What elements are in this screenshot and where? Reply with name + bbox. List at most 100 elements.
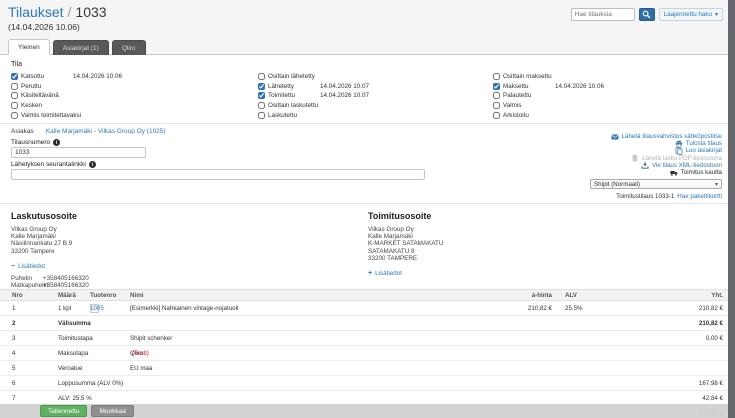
cell-unit-price: 210,82 € [528, 301, 552, 316]
billing-details-toggle[interactable]: − Lisätiedot [11, 263, 89, 270]
order-number-input[interactable] [11, 147, 146, 158]
cell-total: 210,82 € [699, 301, 723, 316]
status-item-valmis-toimitettavaksi[interactable]: Valmis toimitettavaksi [11, 110, 251, 120]
checkbox[interactable] [493, 83, 500, 90]
search-input[interactable] [571, 8, 635, 21]
table-row-subtotal: 2 Välisumma 210,82 € [0, 316, 728, 331]
tab-strip: Yleinen Asiakirjat (1) Qliro [0, 39, 728, 55]
export-icon [641, 161, 649, 169]
checkbox-label: Maksettu [503, 83, 529, 90]
checkbox[interactable] [258, 73, 265, 80]
shipping-details-toggle[interactable]: + Lisätiedot [368, 270, 443, 277]
tracking-link-label: Lähetyksen seurantalinkki [11, 161, 86, 168]
status-item-osittain-laskutettu[interactable]: Osittain laskutettu [258, 101, 498, 111]
cell-value: Shipit schenker [130, 331, 172, 346]
checkbox-label: Osittain maksettu [503, 73, 552, 80]
checkbox[interactable] [258, 102, 265, 109]
status-item-kesken[interactable]: Kesken [11, 101, 251, 111]
saved-button[interactable]: Tallennettu [40, 405, 87, 417]
orders-breadcrumb-link[interactable]: Tilaukset [8, 4, 64, 20]
checkbox[interactable] [11, 73, 18, 80]
address-line: Vilkas Group Oy [368, 226, 443, 233]
status-item-laskutettu[interactable]: Laskutettu [258, 110, 498, 120]
checkbox-label: Valmis toimitettavaksi [21, 112, 81, 119]
shipping-address-title: Toimitusosoite [368, 211, 443, 221]
get-parcel-card-link[interactable]: Hae pakettikortti [677, 193, 722, 200]
product-number-link[interactable]: 1005 [90, 301, 104, 316]
pdf-icon [631, 154, 639, 162]
cell-quantity: 1 kpl [58, 301, 71, 316]
checkbox-label: Laskutettu [268, 112, 297, 119]
status-item-kasiteltavana[interactable]: Käsiteltävänä [11, 91, 251, 101]
customer-row: Asiakas Kalle Marjamäki - Vilkas Group O… [11, 128, 166, 135]
checkbox[interactable] [493, 73, 500, 80]
checkbox-label: Osittain lähetetty [268, 73, 315, 80]
cell-nro: 4 [12, 346, 15, 361]
shipping-method-select[interactable]: Shipit (Normaali) ▾ [590, 179, 722, 189]
customer-link[interactable]: Kalle Marjamäki - Vilkas Group Oy (1025) [46, 128, 166, 135]
details-toggle-label: Lisätiedot [18, 263, 45, 270]
status-item-toimitettu[interactable]: Toimitettu 14.04.2026 10.07 [258, 91, 498, 101]
shipping-order-number: Toimitustilaus 1033-1 [616, 193, 674, 200]
tab-qliro[interactable]: Qliro [112, 40, 146, 55]
address-line: Vilkas Group Oy [11, 226, 89, 233]
status-item-maksettu[interactable]: Maksettu 14.04.2026 10.06 [493, 82, 733, 92]
extended-search-toggle[interactable]: Laajennettu haku ▾ [659, 8, 723, 21]
checkbox[interactable] [11, 102, 18, 109]
status-item-valmis[interactable]: Valmis [493, 101, 733, 111]
status-column-1: Katsottu 14.04.2026 10.06 Peruttu Käsite… [11, 72, 251, 120]
divider [0, 123, 728, 124]
cell-label: Loppusumma (ALV 0%) [58, 376, 123, 391]
contact-row-phone: Puhelin +358405166320 [11, 275, 89, 282]
cell-nro: 5 [12, 361, 15, 376]
status-item-lahetetty[interactable]: Lähetetty 14.04.2026 10.07 [258, 82, 498, 92]
table-header-row: Nro Määrä Tuotenro Nimi á-hinta ALV Yht. [0, 289, 728, 301]
tab-yleinen[interactable]: Yleinen [8, 39, 50, 55]
cell-total: 0,00 € [706, 331, 723, 346]
checkbox[interactable] [11, 112, 18, 119]
status-item-osittain-maksettu[interactable]: Osittain maksettu [493, 72, 733, 82]
contact-value: +358405166320 [43, 275, 89, 282]
save-footer-bar: Tallennettu Muokkaa [0, 404, 728, 418]
create-documents-link[interactable]: Luo asiakirjat [590, 147, 722, 154]
customer-label: Asiakas [11, 128, 34, 135]
checkbox[interactable] [11, 92, 18, 99]
search-area: Laajennettu haku ▾ [571, 8, 723, 21]
tracking-link-input[interactable] [11, 169, 425, 180]
search-button[interactable] [639, 8, 655, 21]
payment-method-test-flag: (Testi) [132, 346, 149, 361]
details-toggle-label: Lisätiedot [375, 270, 402, 277]
export-xml-link[interactable]: Vie tilaus XML-tiedostoon [590, 162, 722, 169]
send-confirmation-link[interactable]: Lähetä tilausvahvistus sähköpostitse [590, 133, 722, 140]
cell-label: Välisumma [58, 316, 91, 331]
address-line: SATAMAKATU 8 [368, 248, 443, 255]
cell-nro: 2 [12, 316, 15, 331]
address-line: Kalle Marjamäki [368, 233, 443, 240]
action-label: Tulosta tilaus [686, 140, 722, 147]
print-order-link[interactable]: Tulosta tilaus [590, 140, 722, 147]
status-item-arkistoitu[interactable]: Arkistoitu [493, 110, 733, 120]
status-item-osittain-lahetetty[interactable]: Osittain lähetetty [258, 72, 498, 82]
order-number-label: Tilausnumero [11, 139, 50, 146]
status-item-katsottu[interactable]: Katsottu 14.04.2026 10.06 [11, 72, 251, 82]
tab-asiakirjat[interactable]: Asiakirjat (1) [53, 40, 109, 55]
table-row-net-total: 6 Loppusumma (ALV 0%) 167,98 € [0, 376, 728, 391]
checkbox[interactable] [11, 83, 18, 90]
checkbox[interactable] [493, 112, 500, 119]
checkbox[interactable] [258, 92, 265, 99]
search-icon [642, 10, 651, 19]
edit-button[interactable]: Muokkaa [91, 405, 133, 417]
checkbox[interactable] [493, 92, 500, 99]
scrollbar[interactable] [728, 0, 735, 418]
checkbox[interactable] [493, 102, 500, 109]
cell-value: EU maa [130, 361, 152, 376]
checkbox-label: Arkistoitu [503, 112, 529, 119]
email-icon [611, 133, 619, 141]
order-id: 1033 [75, 4, 106, 20]
checkbox[interactable] [258, 83, 265, 90]
status-item-peruttu[interactable]: Peruttu [11, 82, 251, 92]
status-item-palautettu[interactable]: Palautettu [493, 91, 733, 101]
shipping-via-row: Toimitus kautta [590, 169, 722, 176]
shipping-order-row: Toimitustilaus 1033-1 Hae pakettikortti [590, 193, 722, 200]
checkbox[interactable] [258, 112, 265, 119]
